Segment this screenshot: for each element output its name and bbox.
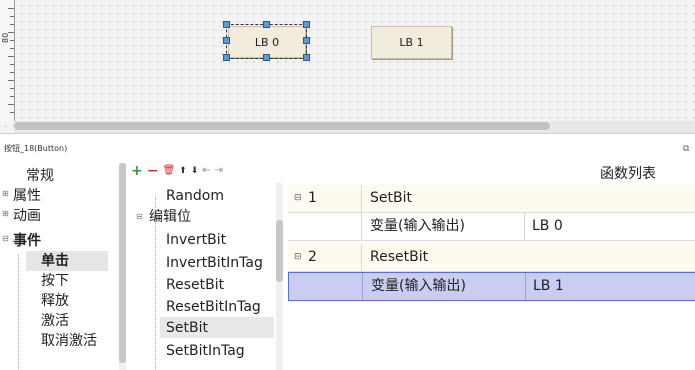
collapse-icon[interactable]: ⊟ bbox=[2, 234, 9, 243]
resize-handle[interactable] bbox=[223, 21, 230, 28]
function-param-row-selected[interactable]: 变量(输入输出) LB 1 bbox=[288, 272, 695, 301]
resize-handle[interactable] bbox=[223, 54, 230, 61]
row-number: 2 bbox=[308, 249, 317, 265]
resize-handle[interactable] bbox=[303, 54, 310, 61]
ruler-label: 80 bbox=[1, 32, 10, 43]
function-param-row[interactable]: 变量(输入输出) LB 0 bbox=[288, 213, 695, 241]
function-item[interactable]: InvertBit bbox=[166, 230, 226, 250]
function-item[interactable]: SetBitInTag bbox=[166, 341, 245, 361]
event-deactivate[interactable]: 取消激活 bbox=[41, 331, 97, 351]
resize-handle[interactable] bbox=[223, 37, 230, 44]
function-list-row[interactable]: ⊟ 2 ResetBit bbox=[288, 244, 695, 272]
param-value[interactable]: LB 0 bbox=[532, 213, 563, 240]
function-item[interactable]: ResetBit bbox=[166, 275, 224, 295]
category-scrollbar-thumb[interactable] bbox=[119, 163, 126, 363]
function-item[interactable]: ResetBitInTag bbox=[166, 297, 261, 317]
function-name: ResetBit bbox=[370, 249, 429, 265]
restore-window-icon[interactable]: ⧉ bbox=[683, 144, 689, 154]
function-item[interactable]: InvertBitInTag bbox=[166, 253, 263, 273]
outdent-icon[interactable]: ⇥ bbox=[215, 164, 223, 178]
event-press[interactable]: 按下 bbox=[41, 271, 69, 291]
function-list-row[interactable]: ⊟ 1 SetBit bbox=[288, 185, 695, 213]
function-toolbar: + − 🗑 ⬆ ⬇ ⇤ ⇥ bbox=[131, 163, 223, 179]
indent-icon[interactable]: ⇤ bbox=[202, 164, 210, 178]
horizontal-scrollbar-thumb[interactable] bbox=[14, 122, 550, 130]
function-scrollbar-thumb[interactable] bbox=[276, 220, 283, 282]
vertical-ruler: 80 bbox=[0, 0, 15, 121]
category-general[interactable]: 常规 bbox=[26, 166, 54, 186]
param-value[interactable]: LB 1 bbox=[533, 273, 564, 300]
collapse-icon[interactable]: ⊟ bbox=[294, 244, 302, 271]
properties-header: 按钮_18(Button) ⧉ bbox=[0, 133, 695, 162]
event-click[interactable]: 单击 bbox=[41, 251, 69, 271]
function-group[interactable]: 编辑位 bbox=[149, 207, 191, 227]
category-properties[interactable]: 属性 bbox=[13, 186, 41, 206]
function-name: SetBit bbox=[370, 190, 412, 206]
resize-handle[interactable] bbox=[263, 21, 270, 28]
resize-handle[interactable] bbox=[303, 37, 310, 44]
row-number: 1 bbox=[308, 190, 317, 206]
collapse-icon[interactable]: ⊟ bbox=[136, 212, 143, 221]
event-activate[interactable]: 激活 bbox=[41, 311, 69, 331]
resize-handle[interactable] bbox=[303, 21, 310, 28]
tree-guide-line bbox=[18, 255, 20, 370]
expand-icon[interactable]: ⊞ bbox=[2, 209, 9, 218]
function-list-title: 函数列表 bbox=[600, 166, 656, 182]
delete-icon[interactable]: 🗑 bbox=[162, 164, 175, 178]
category-events[interactable]: 事件 bbox=[13, 231, 41, 251]
event-release[interactable]: 释放 bbox=[41, 291, 69, 311]
param-label: 变量(输入输出) bbox=[370, 218, 465, 234]
remove-icon[interactable]: − bbox=[147, 164, 159, 178]
resize-handle[interactable] bbox=[263, 54, 270, 61]
move-down-icon[interactable]: ⬇ bbox=[191, 164, 199, 178]
canvas-button-lb1[interactable]: LB 1 bbox=[371, 26, 452, 59]
function-item[interactable]: Random bbox=[166, 186, 224, 206]
param-label: 变量(输入输出) bbox=[371, 278, 466, 294]
move-up-icon[interactable]: ⬆ bbox=[179, 164, 187, 178]
expand-icon[interactable]: ⊞ bbox=[2, 189, 9, 198]
function-item-selected[interactable]: SetBit bbox=[166, 318, 208, 338]
collapse-icon[interactable]: ⊟ bbox=[294, 185, 302, 212]
add-icon[interactable]: + bbox=[131, 164, 143, 178]
category-animation[interactable]: 动画 bbox=[13, 206, 41, 226]
design-canvas[interactable]: 80 LB 0 LB 1 bbox=[0, 0, 695, 133]
properties-title: 按钮_18(Button) bbox=[4, 144, 68, 153]
